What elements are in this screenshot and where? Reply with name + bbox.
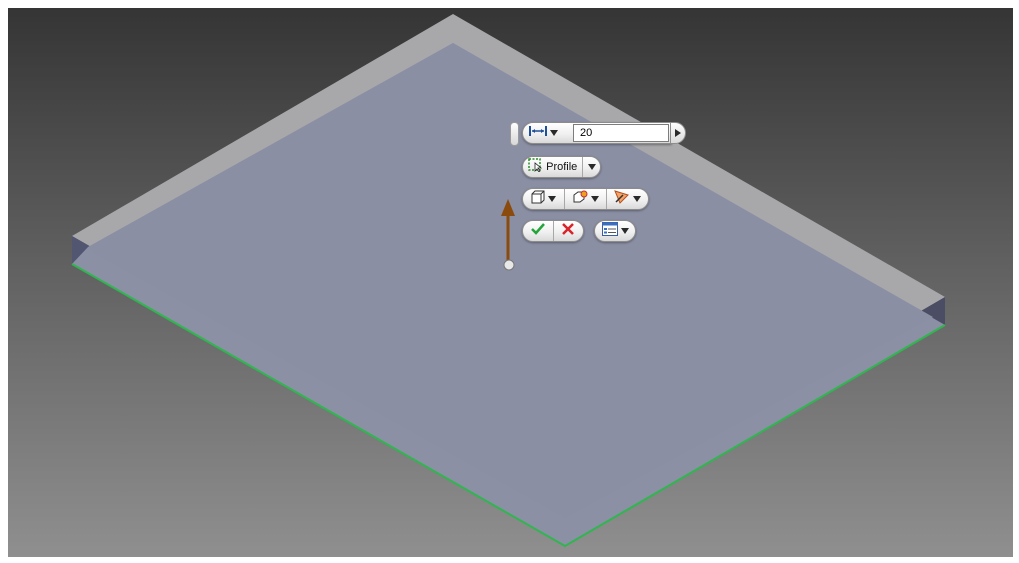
ok-cancel-group <box>522 220 584 242</box>
direction-icon <box>614 189 630 209</box>
chevron-down-icon <box>587 164 596 170</box>
plate-top-face-inner <box>88 43 933 518</box>
direction-dropdown[interactable] <box>606 189 648 209</box>
options-dropdown[interactable] <box>594 220 636 242</box>
extrude-options-group <box>522 188 649 210</box>
operation-dropdown[interactable] <box>564 189 606 209</box>
3d-viewport[interactable] <box>8 8 1013 557</box>
profile-select-icon <box>528 157 543 177</box>
model-scene <box>71 14 946 548</box>
ok-button[interactable] <box>523 221 553 241</box>
profile-control: Profile <box>522 156 601 178</box>
distance-type-dropdown[interactable] <box>523 123 563 143</box>
chevron-down-icon <box>633 196 641 202</box>
chevron-down-icon <box>548 196 556 202</box>
solid-output-icon <box>531 190 545 209</box>
chevron-right-icon <box>675 129 681 137</box>
chevron-down-icon <box>591 196 599 202</box>
options-dropdown-segment[interactable] <box>595 221 635 241</box>
chevron-down-icon <box>620 228 629 234</box>
profile-label: Profile <box>546 161 578 173</box>
distance-value-input[interactable] <box>573 124 669 142</box>
window-frame: Profile <box>0 0 1019 563</box>
checkmark-icon <box>531 222 545 240</box>
manipulator-origin-handle[interactable] <box>503 259 515 271</box>
profile-dropdown[interactable] <box>582 157 600 177</box>
chevron-down-icon <box>549 130 558 136</box>
output-type-dropdown[interactable] <box>523 189 564 209</box>
options-list-icon <box>601 221 618 241</box>
cancel-x-icon <box>562 222 575 240</box>
cancel-button[interactable] <box>552 221 583 241</box>
profile-select-button[interactable]: Profile <box>523 157 582 177</box>
operation-icon <box>572 190 588 209</box>
toolbar-grip-handle[interactable] <box>510 122 519 146</box>
distance-icon <box>528 124 547 142</box>
